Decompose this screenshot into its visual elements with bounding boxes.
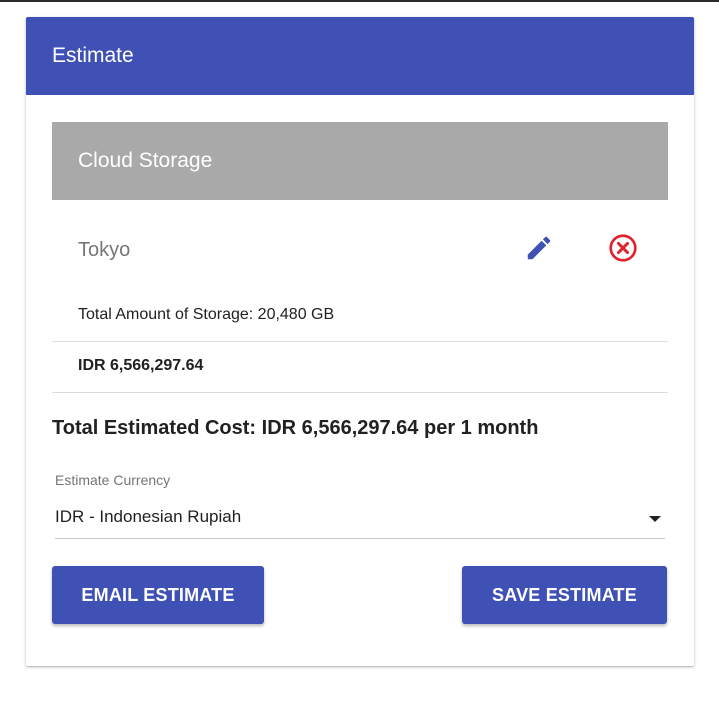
item-cost: IDR 6,566,297.64 [78,357,204,374]
currency-label: Estimate Currency [55,472,171,488]
estimate-card: Estimate Cloud Storage Tokyo Total Amoun… [26,17,694,666]
currency-select[interactable]: IDR - Indonesian Rupiah [55,505,665,539]
dropdown-arrow-icon [649,516,661,522]
divider [52,341,668,342]
divider [52,392,668,393]
currency-selected-value: IDR - Indonesian Rupiah [55,507,242,526]
service-header: Cloud Storage [52,122,668,200]
email-estimate-button[interactable]: EMAIL ESTIMATE [52,566,264,624]
close-circle-icon [609,234,637,262]
service-name: Cloud Storage [78,149,213,172]
pencil-icon [527,236,551,260]
remove-button[interactable] [606,231,640,265]
storage-detail: Total Amount of Storage: 20,480 GB [78,306,335,323]
service-region: Tokyo [78,239,131,261]
card-header: Estimate [26,17,694,95]
top-border [0,0,719,2]
edit-button[interactable] [522,231,556,265]
card-title: Estimate [52,44,134,67]
total-estimated-cost: Total Estimated Cost: IDR 6,566,297.64 p… [52,417,539,439]
save-estimate-button[interactable]: SAVE ESTIMATE [462,566,667,624]
